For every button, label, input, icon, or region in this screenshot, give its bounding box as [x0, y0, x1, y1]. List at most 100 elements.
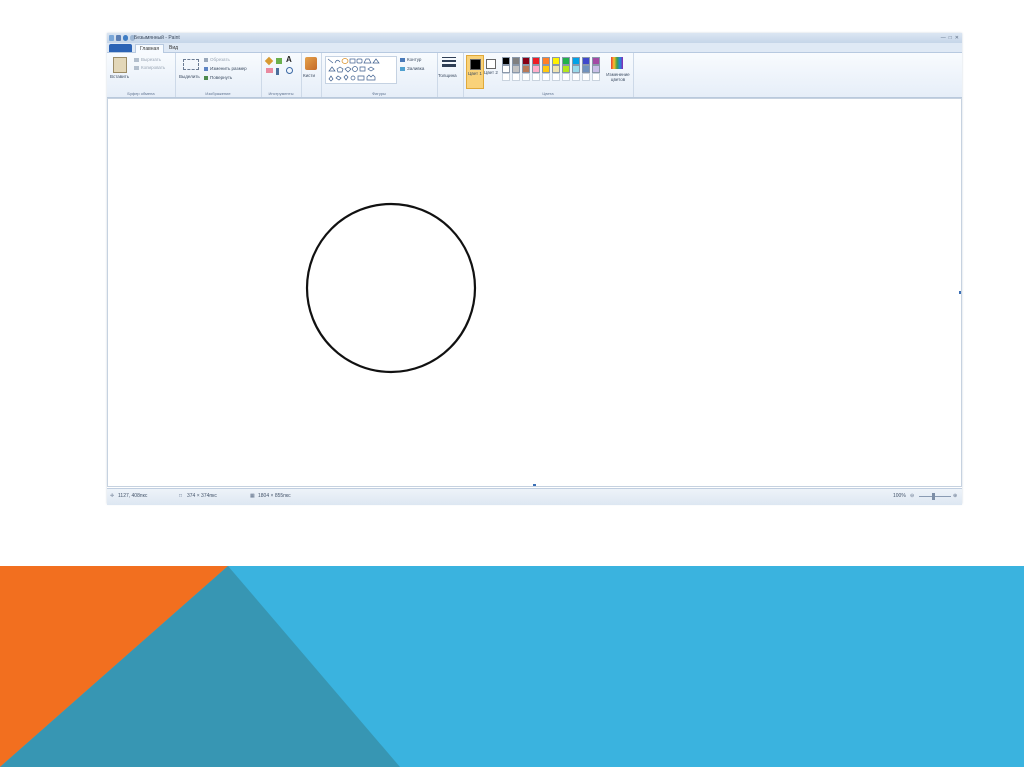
palette-swatch[interactable]	[562, 73, 570, 81]
undo-icon[interactable]	[123, 35, 128, 41]
edit-colors-icon[interactable]	[611, 57, 623, 69]
size-group: Толщина	[437, 53, 464, 97]
close-icon[interactable]: ✕	[955, 34, 959, 42]
shapes-gallery-icons	[327, 58, 380, 82]
zoom-slider-thumb[interactable]	[932, 493, 935, 500]
palette-swatch[interactable]	[562, 65, 570, 73]
paint-app-icon[interactable]	[109, 35, 114, 41]
palette-swatch[interactable]	[542, 57, 550, 65]
cursor-position: 1127, 408пкс	[118, 493, 148, 499]
color-picker-icon[interactable]	[276, 68, 279, 75]
canvas-resize-handle-right	[959, 291, 961, 294]
palette-swatch[interactable]	[582, 57, 590, 65]
minimize-icon[interactable]: —	[941, 34, 946, 42]
palette-swatch[interactable]	[532, 57, 540, 65]
canvas-resize-handle-bottom	[533, 484, 536, 486]
zoom-out-icon[interactable]: ⊖	[910, 493, 914, 499]
pencil-icon[interactable]	[264, 56, 274, 66]
palette-swatch[interactable]	[512, 57, 520, 65]
crop-button[interactable]: Обрезать	[210, 57, 230, 62]
cut-button[interactable]: Вырезать	[141, 57, 161, 62]
palette-swatch[interactable]	[572, 65, 580, 73]
zoom-in-icon[interactable]: ⊕	[953, 493, 957, 499]
tab-view[interactable]: Вид	[165, 44, 182, 52]
color2-selector[interactable]: Цвет 2	[484, 55, 498, 87]
palette-swatch[interactable]	[572, 57, 580, 65]
shapes-group: Контур Заливка Фигуры	[321, 53, 438, 97]
color2-label: Цвет 2	[484, 70, 498, 75]
paste-button[interactable]: Вставить	[110, 74, 129, 79]
resize-button[interactable]: Изменить размер	[210, 66, 247, 71]
colors-group-label: Цвета	[542, 91, 554, 96]
colors-group: Цвет 1 Цвет 2 Изменение цветов Цвета	[463, 53, 634, 97]
select-button[interactable]: Выделить	[179, 74, 200, 79]
palette-swatch[interactable]	[532, 65, 540, 73]
color-palette	[502, 57, 602, 81]
palette-swatch[interactable]	[562, 57, 570, 65]
image-group: Выделить Обрезать Изменить размер Поверн…	[175, 53, 262, 97]
color2-swatch	[486, 59, 496, 69]
fill-dropdown[interactable]: Заливка	[407, 66, 424, 71]
ribbon-tabs: Главная Вид	[107, 43, 962, 53]
palette-swatch[interactable]	[522, 65, 530, 73]
cursor-icon: ✛	[110, 493, 115, 499]
palette-swatch[interactable]	[552, 73, 560, 81]
palette-swatch[interactable]	[542, 65, 550, 73]
selection-icon: □	[179, 493, 183, 499]
palette-swatch[interactable]	[532, 73, 540, 81]
image-size: 1804 × 855пкс	[258, 493, 291, 499]
canvas-drawing	[305, 202, 961, 486]
copy-button[interactable]: Копировать	[141, 65, 165, 70]
palette-swatch[interactable]	[512, 65, 520, 73]
resize-icon	[204, 67, 208, 71]
paste-icon[interactable]	[113, 57, 127, 73]
palette-swatch[interactable]	[592, 73, 600, 81]
ribbon: Вставить Вырезать Копировать Буфер обмен…	[107, 53, 962, 98]
palette-swatch[interactable]	[592, 57, 600, 65]
line-width-icon[interactable]	[442, 57, 456, 70]
eraser-icon[interactable]	[266, 68, 273, 73]
color1-selector[interactable]: Цвет 1	[466, 55, 484, 89]
palette-swatch[interactable]	[502, 73, 510, 81]
palette-swatch[interactable]	[522, 73, 530, 81]
palette-swatch[interactable]	[582, 73, 590, 81]
title-bar: Безымянный - Paint — □ ✕	[107, 33, 962, 43]
status-bar: ✛ 1127, 408пкс □ 374 × 374пкс ▦ 1804 × 8…	[107, 488, 962, 505]
palette-swatch[interactable]	[512, 73, 520, 81]
fill-icon[interactable]	[276, 58, 282, 64]
outline-icon	[400, 58, 405, 62]
fill-shape-icon	[400, 67, 405, 71]
window-controls: — □ ✕	[941, 34, 959, 42]
palette-swatch[interactable]	[552, 65, 560, 73]
shapes-group-label: Фигуры	[372, 91, 386, 96]
zoom-slider[interactable]	[919, 493, 951, 500]
palette-swatch[interactable]	[502, 65, 510, 73]
edit-colors-button[interactable]: Изменение цветов	[603, 72, 633, 82]
palette-swatch[interactable]	[592, 65, 600, 73]
magnifier-icon[interactable]	[286, 67, 293, 74]
drawing-canvas[interactable]	[107, 98, 962, 487]
cut-icon	[134, 58, 139, 62]
size-button[interactable]: Толщина	[438, 73, 457, 78]
save-icon[interactable]	[116, 35, 121, 41]
tools-group-label: Инструменты	[268, 91, 294, 96]
select-icon[interactable]	[183, 59, 199, 70]
palette-swatch[interactable]	[572, 73, 580, 81]
paint-menu-button[interactable]	[109, 44, 132, 52]
palette-swatch[interactable]	[502, 57, 510, 65]
maximize-icon[interactable]: □	[949, 34, 952, 42]
palette-swatch[interactable]	[522, 57, 530, 65]
text-icon[interactable]: A	[286, 55, 292, 64]
color1-label: Цвет 1	[468, 71, 482, 76]
palette-swatch[interactable]	[582, 65, 590, 73]
outline-dropdown[interactable]: Контур	[407, 57, 421, 62]
brush-icon[interactable]	[305, 57, 317, 70]
tab-home[interactable]: Главная	[135, 44, 165, 53]
clipboard-group-label: Буфер обмена	[127, 91, 155, 96]
shapes-gallery[interactable]	[325, 56, 397, 84]
palette-swatch[interactable]	[542, 73, 550, 81]
brushes-button[interactable]: Кисти	[303, 73, 315, 78]
image-size-icon: ▦	[250, 493, 255, 499]
palette-swatch[interactable]	[552, 57, 560, 65]
rotate-button[interactable]: Повернуть	[210, 75, 232, 80]
